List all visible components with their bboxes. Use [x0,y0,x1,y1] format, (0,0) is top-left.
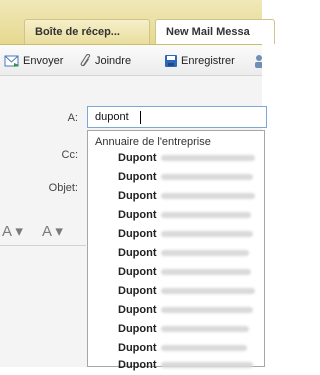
suggestion-name: Dupont [118,342,157,354]
suggestion-name: Dupont [118,247,157,259]
tab-new-mail[interactable]: New Mail Messa [155,19,275,44]
tab-new-mail-label: New Mail Messa [166,26,250,38]
redacted-detail [161,155,256,162]
save-icon [165,55,177,67]
cc-label: Cc: [61,149,79,161]
send-label: Envoyer [23,55,64,67]
redacted-detail [161,307,254,314]
paperclip-icon [80,54,91,67]
redacted-detail [161,174,254,181]
attach-button[interactable]: Joindre [80,53,131,69]
text-caret [140,111,141,124]
redacted-detail [161,269,252,276]
suggestion-name: Dupont [118,266,157,278]
suggestion-name: Dupont [118,285,157,297]
redacted-detail [161,250,250,257]
attach-label: Joindre [95,55,132,67]
directory-header: Annuaire de l'entreprise [95,136,211,148]
suggestion-name: Dupont [118,228,157,240]
suggestion-name: Dupont [118,152,157,164]
mail-toolbar: Envoyer Joindre Enregistrer [0,45,262,76]
suggestion-name: Dupont [118,323,157,335]
suggestion-item[interactable]: Dupont [118,285,256,301]
redacted-detail [161,362,254,369]
font-color-icon[interactable]: A ▾ [2,222,23,240]
suggestion-item[interactable]: Dupont [118,247,250,263]
suggestion-item[interactable]: Dupont [118,323,250,339]
font-style-icon[interactable]: A ▾ [42,222,63,240]
suggestion-name: Dupont [118,171,157,183]
format-divider [0,245,86,246]
more-button[interactable] [254,53,265,69]
redacted-detail [161,231,254,238]
to-label: A: [67,112,78,124]
suggestion-name: Dupont [118,304,157,316]
redacted-detail [161,193,256,200]
suggestion-name: Dupont [118,209,157,221]
save-label: Enregistrer [181,55,235,67]
redacted-detail [161,326,250,333]
tab-inbox[interactable]: Boîte de récep... [24,19,150,44]
redacted-detail [161,288,256,295]
suggestion-item[interactable]: Dupont [118,342,248,358]
suggestion-name: Dupont [118,359,157,371]
tab-inbox-label: Boîte de récep... [35,26,120,38]
people-icon [255,55,262,68]
suggestion-name: Dupont [118,190,157,202]
to-field-value: dupont [95,111,129,123]
suggestion-item[interactable]: Dupont [118,228,254,244]
send-button[interactable]: Envoyer [4,53,63,69]
suggestion-item[interactable]: Dupont [118,152,256,168]
subject-label: Objet: [48,182,78,194]
suggestion-item[interactable]: Dupont [118,190,256,206]
redacted-detail [161,345,248,352]
autocomplete-dropdown: Annuaire de l'entreprise Dupont Dupont D… [87,130,265,371]
tab-bar: Boîte de récep... New Mail Messa [0,0,275,45]
suggestion-item[interactable]: Dupont [118,209,252,225]
send-icon [4,55,19,67]
format-bar: A ▾ A ▾ [0,220,86,242]
suggestion-item[interactable]: Dupont [118,359,254,375]
suggestion-item[interactable]: Dupont [118,266,252,282]
save-button[interactable]: Enregistrer [164,53,235,69]
suggestion-item[interactable]: Dupont [118,304,254,320]
redacted-detail [161,212,252,219]
suggestion-item[interactable]: Dupont [118,171,254,187]
to-field[interactable]: dupont [87,106,267,128]
